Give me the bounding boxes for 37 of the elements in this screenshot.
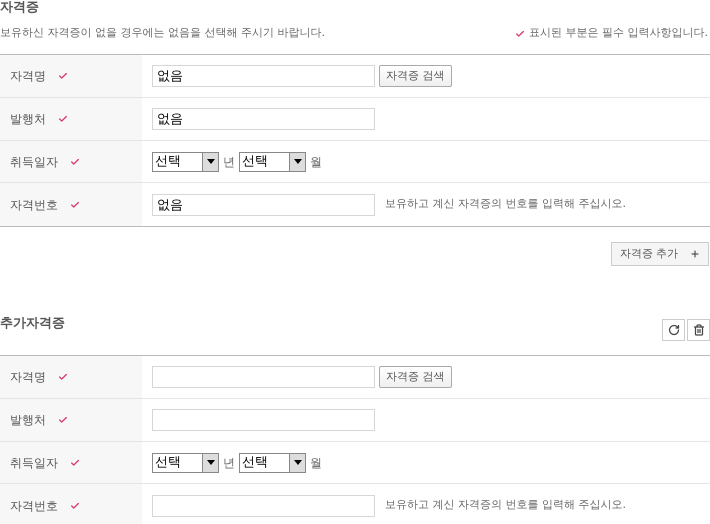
unit-label: 년 [223,454,235,472]
section-title: 자격증 [0,0,39,18]
field-label: 자격명 [10,68,46,85]
trash-icon [692,324,704,336]
unit-label: 월 [310,454,322,472]
field-label: 자격명 [10,369,46,386]
unit-label: 월 [310,154,322,170]
hint-text: 보유하고 계신 자격증의 번호를 입력해 주십시오. [385,196,626,212]
refresh-icon [668,324,680,336]
input-field[interactable] [152,494,375,516]
field-label: 자격번호 [10,498,58,514]
input-field[interactable]: 없음 [152,194,375,216]
field-label: 취득일자 [10,154,58,170]
unit-label: 년 [223,154,235,170]
input-field[interactable] [152,366,375,388]
required-check-icon [515,28,525,38]
field-label: 취득일자 [10,454,58,472]
required-note: 표시된 부분은 필수 입력사항입니다. [529,25,708,42]
delete-button[interactable] [687,319,710,341]
input-field[interactable] [152,409,375,431]
select-dropdown[interactable]: 선택 [239,152,306,172]
select-dropdown[interactable]: 선택 [152,152,219,172]
section-title: 추가자격증 [0,314,65,332]
input-field[interactable]: 없음 [152,108,375,130]
hint-text: 보유하고 계신 자격증의 번호를 입력해 주십시오. [385,497,626,514]
plus-icon [690,249,700,259]
search-button[interactable]: 자격증 검색 [379,65,452,87]
input-field[interactable]: 없음 [152,65,375,87]
field-label: 발행처 [10,412,46,429]
add-certificate-button[interactable]: 자격증 추가 [611,242,709,266]
search-button[interactable]: 자격증 검색 [379,366,452,388]
field-label: 자격번호 [10,196,58,214]
select-dropdown[interactable]: 선택 [239,452,306,472]
field-label: 발행처 [10,111,46,128]
description-text: 보유하신 자격증이 없을 경우에는 없음을 선택해 주시기 바랍니다. [0,25,325,42]
select-dropdown[interactable]: 선택 [152,452,219,472]
refresh-button[interactable] [662,319,685,341]
